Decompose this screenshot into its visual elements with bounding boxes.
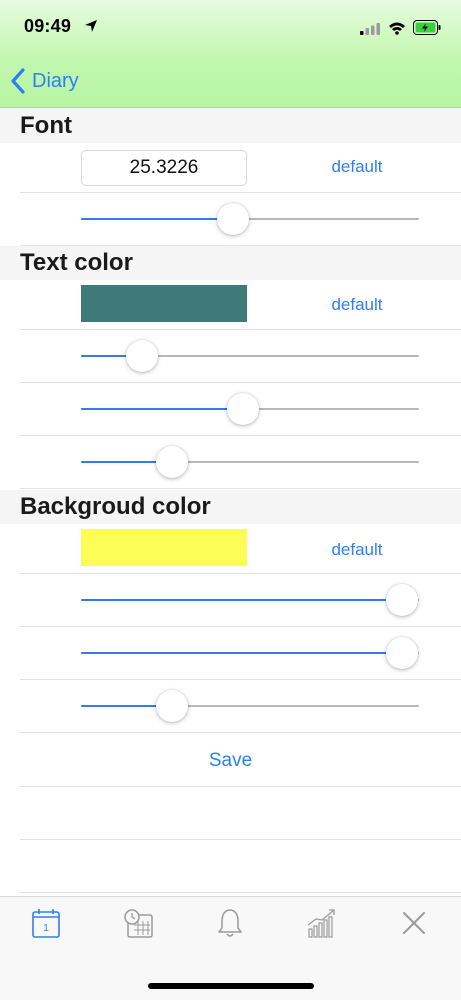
background-color-slider-row-1 [20, 574, 461, 627]
cellular-signal-icon [360, 23, 380, 35]
text-color-slider-row-1 [20, 330, 461, 383]
empty-row [20, 840, 461, 893]
calendar-icon[interactable]: 1 [30, 907, 62, 939]
save-row: Save [20, 734, 461, 787]
text-color-slider-row-2 [20, 383, 461, 436]
slider-thumb[interactable] [125, 340, 158, 372]
back-button[interactable]: Diary [10, 68, 79, 94]
empty-row [20, 787, 461, 840]
section-header-background-color: Backgroud color [0, 490, 461, 524]
chevron-left-icon [11, 68, 25, 94]
background-color-blue-slider[interactable] [81, 686, 419, 726]
background-color-red-slider[interactable] [81, 580, 419, 620]
slider-fill [81, 652, 403, 654]
font-size-field[interactable]: 25.3226 [81, 150, 247, 186]
section-header-font: Font [0, 109, 461, 143]
save-button[interactable]: Save [20, 750, 441, 772]
slider-fill [81, 218, 234, 220]
slider-fill [81, 599, 403, 601]
slider-thumb[interactable] [217, 203, 250, 235]
text-color-green-slider[interactable] [81, 389, 419, 429]
battery-charging-icon [413, 20, 441, 35]
home-indicator [148, 983, 314, 989]
slider-thumb[interactable] [156, 690, 189, 722]
font-value-row: 25.3226 default [20, 143, 461, 193]
bell-icon[interactable] [214, 907, 246, 939]
slider-thumb[interactable] [156, 446, 189, 478]
text-color-slider-row-3 [20, 436, 461, 489]
text-color-red-slider[interactable] [81, 336, 419, 376]
slider-thumb[interactable] [386, 637, 419, 669]
font-size-slider[interactable] [81, 199, 419, 239]
location-arrow-icon [85, 20, 97, 32]
slider-thumb[interactable] [227, 393, 260, 425]
background-color-swatch [81, 529, 247, 566]
background-color-slider-row-3 [20, 680, 461, 733]
text-color-swatch-row: default [20, 280, 461, 330]
font-slider-row [20, 193, 461, 246]
slider-fill [81, 408, 244, 410]
wifi-icon [389, 22, 405, 35]
back-label: Diary [32, 69, 79, 92]
section-header-text-color: Text color [0, 246, 461, 280]
text-color-default-button[interactable]: default [312, 295, 402, 315]
font-default-button[interactable]: default [312, 157, 402, 177]
close-icon[interactable] [398, 907, 430, 939]
background-color-swatch-row: default [20, 524, 461, 574]
chart-icon[interactable] [306, 907, 338, 939]
background-color-slider-row-2 [20, 627, 461, 680]
text-color-swatch [81, 285, 247, 322]
slider-thumb[interactable] [386, 584, 419, 616]
history-calendar-icon[interactable] [122, 907, 154, 939]
background-color-green-slider[interactable] [81, 633, 419, 673]
background-color-default-button[interactable]: default [312, 540, 402, 560]
svg-text:1: 1 [43, 923, 49, 934]
top-bar: 09:49 Diary [0, 0, 461, 108]
status-time: 09:49 [24, 16, 72, 36]
text-color-blue-slider[interactable] [81, 442, 419, 482]
